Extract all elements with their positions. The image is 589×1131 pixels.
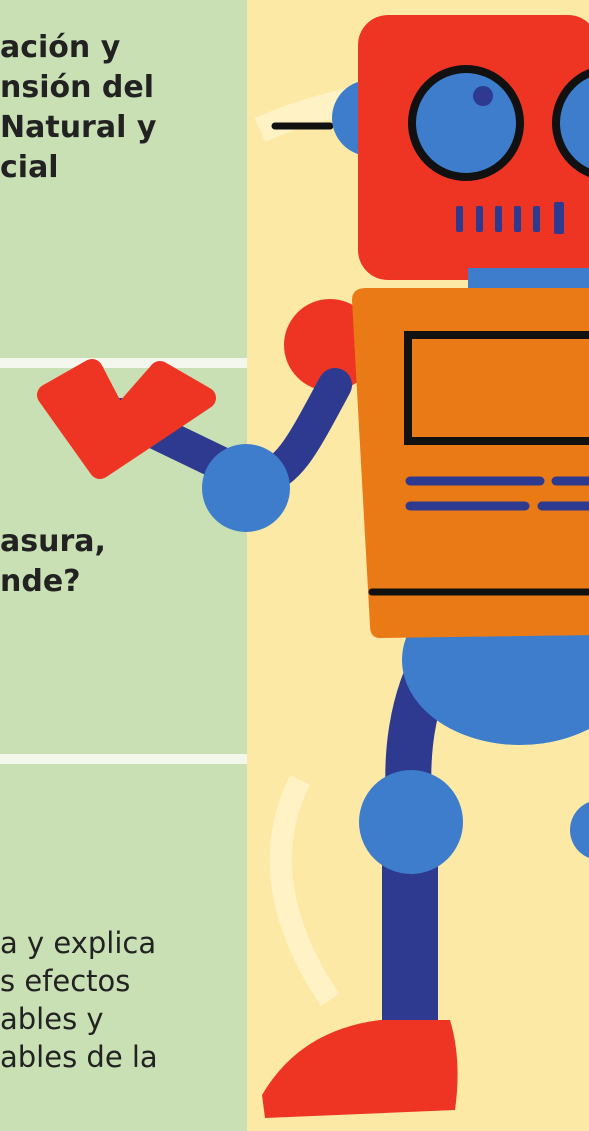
robot-torso [352,288,589,638]
knee [359,770,463,874]
background-swirl [269,775,340,1007]
eye [416,73,516,173]
knee [570,802,589,858]
robot-illustration [37,15,589,1118]
elbow [202,444,290,532]
pupil [473,86,493,106]
foot [262,1020,458,1118]
